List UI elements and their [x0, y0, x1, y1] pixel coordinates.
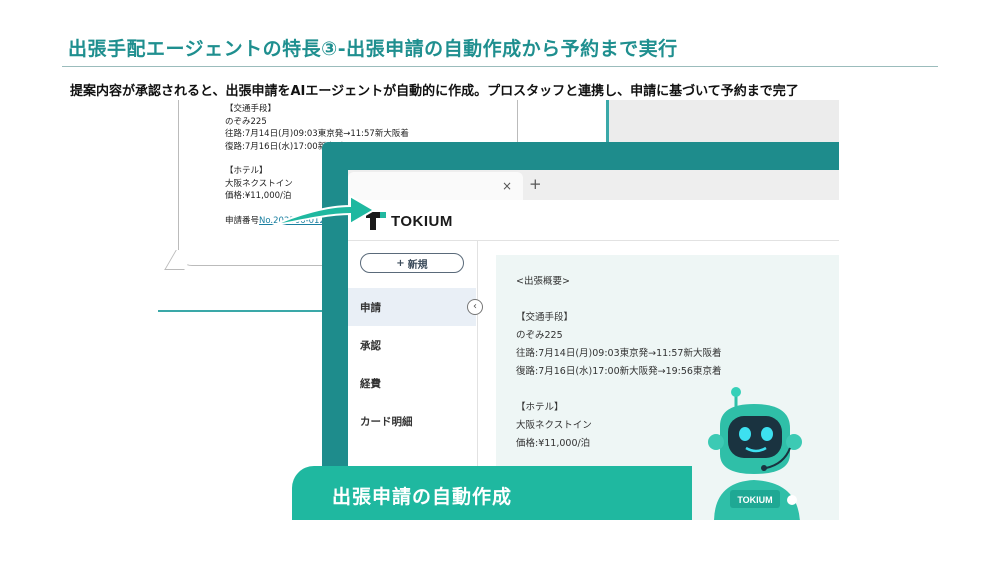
hotel-line: 価格:¥11,000/泊 [516, 438, 591, 449]
sidebar-item-expenses[interactable]: 経費 [348, 364, 476, 402]
request-number-label: 申請番号 [225, 215, 260, 226]
bubble-line: 往路:7月14日(月)09:03東京発→11:57新大阪着 [225, 129, 409, 139]
new-tab-icon[interactable]: + [529, 175, 542, 193]
sidebar-item-label: 経費 [360, 377, 381, 390]
sidebar-item-label: 承認 [360, 339, 381, 352]
tokium-logo: TOKIUM [366, 212, 453, 230]
sidebar-item-request[interactable]: 申請 [348, 288, 476, 326]
screenshot-visual: 【交通手段】 のぞみ225 往路:7月14日(月)09:03東京発→11:57新… [158, 100, 839, 520]
browser-tab-bar: × + [348, 170, 839, 200]
bubble-line: のぞみ225 [225, 116, 267, 127]
hotel-line: 大阪ネクストイン [516, 420, 592, 431]
new-button-label: 新規 [407, 259, 428, 271]
transition-arrow-icon [271, 194, 376, 227]
title-divider [62, 66, 938, 67]
feature-banner: 出張申請の自動作成 [292, 466, 692, 520]
trip-summary-text: <出張概要> 【交通手段】 のぞみ225 往路:7月14日(月)09:03東京発… [516, 273, 721, 453]
sidebar-item-card-statements[interactable]: カード明細 [348, 402, 476, 440]
transport-line: 復路:7月16日(水)17:00新大阪発→19:56東京着 [516, 366, 722, 377]
robot-badge-text: TOKIUM [737, 495, 772, 505]
slide-subtitle: 提案内容が承認されると、出張申請をAIエージェントが自動的に作成。プロスタッフと… [70, 84, 799, 99]
transport-line: のぞみ225 [516, 330, 563, 341]
tokium-logo-text: TOKIUM [391, 212, 453, 230]
close-tab-icon[interactable]: × [502, 179, 512, 193]
collapse-sidebar-icon[interactable]: ‹ [467, 299, 483, 315]
transport-line: 往路:7月14日(月)09:03東京発→11:57新大阪着 [516, 348, 722, 359]
chat-window-divider [158, 310, 328, 312]
trip-summary-heading: <出張概要> [516, 276, 570, 287]
feature-banner-text: 出張申請の自動作成 [332, 486, 513, 508]
transport-line: 【交通手段】 [516, 312, 574, 323]
plus-icon: + [396, 257, 405, 269]
robot-mascot-icon: TOKIUM [708, 387, 802, 520]
slide-title: 出張手配エージェントの特長③-出張申請の自動作成から予約まで実行 [68, 38, 678, 60]
bubble-line: 【交通手段】 [225, 104, 277, 114]
sidebar-item-approval[interactable]: 承認 [348, 326, 476, 364]
sidebar-item-label: 申請 [360, 301, 381, 314]
hotel-line: 【ホテル】 [516, 402, 564, 413]
new-button[interactable]: + 新規 [360, 253, 464, 273]
sidebar-item-label: カード明細 [360, 415, 413, 428]
